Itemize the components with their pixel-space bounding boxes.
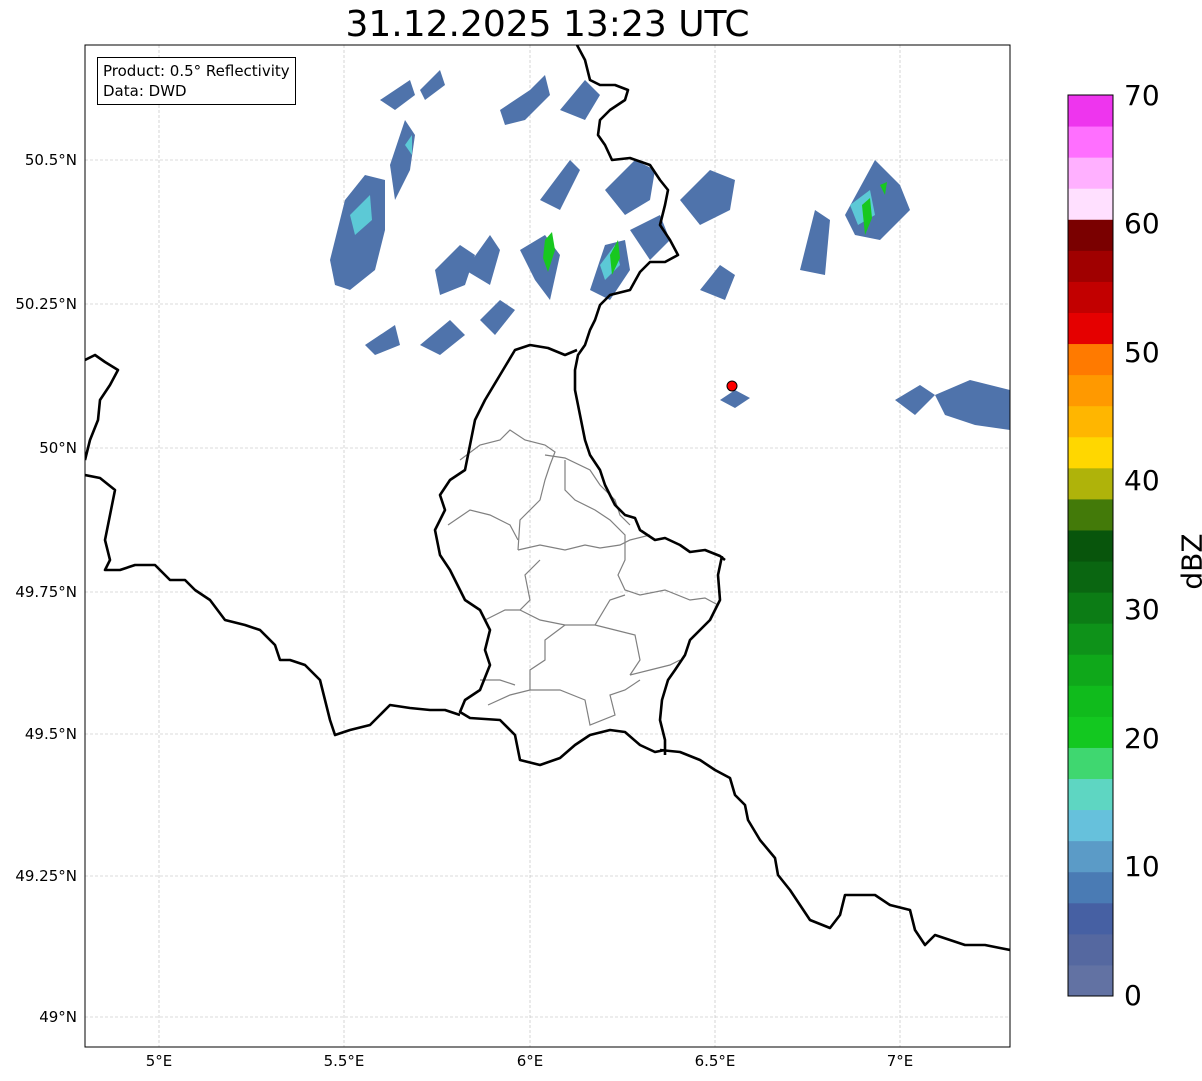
colorbar-swatch <box>1068 716 1113 748</box>
colorbar-tick-label: 70 <box>1124 79 1160 112</box>
lat-label: 50.5°N <box>24 151 77 169</box>
lon-label: 5°E <box>145 1052 173 1070</box>
colorbar-swatch <box>1068 498 1113 531</box>
colorbar-tick-label: 60 <box>1124 207 1160 240</box>
info-box: Product: 0.5° Reflectivity Data: DWD <box>97 57 296 105</box>
colorbar-swatch <box>1068 157 1113 189</box>
lat-label: 49.25°N <box>15 867 77 885</box>
colorbar-swatch <box>1068 561 1113 593</box>
colorbar-swatch <box>1068 126 1113 158</box>
colorbar-swatch <box>1068 747 1113 780</box>
radar-echoes <box>330 70 1010 430</box>
lat-label: 50.25°N <box>15 295 77 313</box>
colorbar-swatch <box>1068 654 1113 686</box>
colorbar-swatch <box>1068 95 1113 127</box>
colorbar-swatch <box>1068 902 1113 935</box>
colorbar-label: dBZ <box>1175 533 1202 590</box>
colorbar-swatch <box>1068 374 1113 407</box>
canton-borders <box>447 429 719 726</box>
lat-label: 49.75°N <box>15 583 77 601</box>
colorbar-swatch <box>1068 685 1113 717</box>
lon-label: 6.5°E <box>694 1052 736 1070</box>
colorbar-tick-label: 20 <box>1124 722 1160 755</box>
colorbar-swatch <box>1068 188 1113 220</box>
colorbar-swatch <box>1068 623 1113 655</box>
lat-label: 49°N <box>39 1008 77 1026</box>
lat-label: 50°N <box>39 439 77 457</box>
colorbar <box>1068 95 1113 997</box>
colorbar-tick-label: 50 <box>1124 336 1160 369</box>
lat-label: 49.5°N <box>24 725 77 743</box>
colorbar-swatch <box>1068 312 1113 345</box>
colorbar-swatch <box>1068 343 1113 376</box>
colorbar-swatch <box>1068 281 1113 313</box>
radar-map <box>84 44 1114 1048</box>
colorbar-swatch <box>1068 250 1113 282</box>
product-text: Product: 0.5° Reflectivity <box>103 62 290 80</box>
colorbar-tick-label: 40 <box>1124 464 1160 497</box>
colorbar-tick-label: 30 <box>1124 593 1160 626</box>
colorbar-swatch <box>1068 219 1113 251</box>
colorbar-swatch <box>1068 592 1113 624</box>
colorbar-swatch <box>1068 933 1113 966</box>
colorbar-tick-label: 0 <box>1124 979 1142 1012</box>
colorbar-swatch <box>1068 436 1113 469</box>
colorbar-swatch <box>1068 964 1113 997</box>
source-text: Data: DWD <box>103 82 187 100</box>
colorbar-tick-label: 10 <box>1124 850 1160 883</box>
colorbar-swatch <box>1068 809 1113 842</box>
lon-label: 5.5°E <box>323 1052 365 1070</box>
radar-site-marker <box>726 380 738 392</box>
colorbar-swatch <box>1068 778 1113 811</box>
lon-label: 7°E <box>886 1052 914 1070</box>
lon-label: 6°E <box>516 1052 544 1070</box>
colorbar-swatch <box>1068 840 1113 873</box>
colorbar-swatch <box>1068 467 1113 500</box>
colorbar-swatch <box>1068 405 1113 438</box>
colorbar-swatch <box>1068 871 1113 904</box>
colorbar-swatch <box>1068 529 1113 562</box>
